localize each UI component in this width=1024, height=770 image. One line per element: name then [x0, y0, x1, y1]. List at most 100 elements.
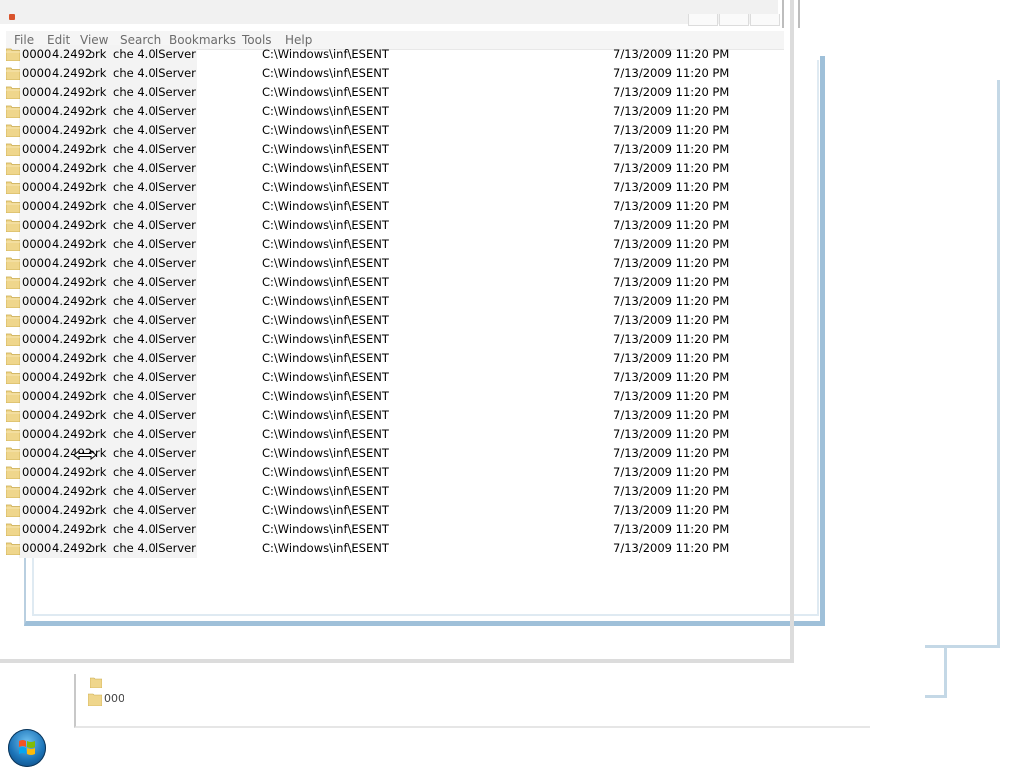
background-window-frame-notch [925, 646, 947, 698]
list-item[interactable]: 00004.2492orkche 4.0lServerC:\Windows\in… [4, 330, 780, 349]
cell-framework: ork [90, 371, 107, 384]
cell-server: lServer [155, 47, 196, 61]
cell-version: 4.2492 [52, 408, 93, 422]
cell-cache: che 4.0 [113, 161, 156, 175]
folder-icon [5, 409, 21, 425]
cell-path: C:\Windows\inf\ESENT [262, 465, 389, 479]
cell-version: 4.2492 [52, 256, 93, 270]
cell-cache: che 4.0 [113, 85, 156, 99]
list-item[interactable]: 00004.2492orkche 4.0lServerC:\Windows\in… [4, 482, 780, 501]
start-button[interactable] [8, 729, 46, 767]
list-item[interactable]: 00004.2492orkche 4.0lServerC:\Windows\in… [4, 254, 780, 273]
cell-path: C:\Windows\inf\ESENT [262, 522, 389, 536]
cell-cache: che 4.0 [113, 446, 156, 460]
cell-server: lServer [155, 446, 196, 460]
cell-framework: ork [90, 219, 107, 232]
cell-date: 7/13/2009 11:20 PM [613, 85, 730, 99]
list-item[interactable]: 00004.2492orkche 4.0lServerC:\Windows\in… [4, 45, 780, 64]
cell-date: 7/13/2009 11:20 PM [613, 294, 730, 308]
list-item[interactable]: 00004.2492orkche 4.0lServerC:\Windows\in… [4, 406, 780, 425]
cell-id: 0000 [22, 427, 52, 441]
cell-framework: ork [90, 124, 107, 137]
list-item[interactable]: 00004.2492orkche 4.0lServerC:\Windows\in… [4, 273, 780, 292]
cell-version: 4.2492 [52, 465, 93, 479]
cell-version: 4.2492 [52, 313, 93, 327]
cell-date: 7/13/2009 11:20 PM [613, 446, 730, 460]
cell-path: C:\Windows\inf\ESENT [262, 66, 389, 80]
cell-id: 0000 [22, 389, 52, 403]
list-item[interactable]: 00004.2492orkche 4.0lServerC:\Windows\in… [4, 463, 780, 482]
cell-cache: che 4.0 [113, 389, 156, 403]
cell-cache: che 4.0 [113, 256, 156, 270]
cell-framework: ork [90, 105, 107, 118]
list-item[interactable]: 00004.2492orkche 4.0lServerC:\Windows\in… [4, 501, 780, 520]
list-item[interactable]: 00004.2492orkche 4.0lServerC:\Windows\in… [4, 140, 780, 159]
list-item[interactable]: 00004.2492orkche 4.0lServerC:\Windows\in… [4, 368, 780, 387]
cell-id: 0000 [22, 104, 52, 118]
cell-version: 4.2492 [52, 161, 93, 175]
close-button[interactable] [750, 14, 780, 26]
cell-cache: che 4.0 [113, 313, 156, 327]
list-item[interactable]: 00004.2492orkche 4.0lServerC:\Windows\in… [4, 64, 780, 83]
folder-icon [5, 371, 21, 387]
cell-server: lServer [155, 313, 196, 327]
folder-icon [5, 447, 21, 463]
cell-id: 0000 [22, 351, 52, 365]
list-item[interactable]: 00004.2492orkche 4.0lServerC:\Windows\in… [4, 292, 780, 311]
cell-cache: che 4.0 [113, 427, 156, 441]
cell-path: C:\Windows\inf\ESENT [262, 294, 389, 308]
list-item[interactable]: 00004.2492orkche 4.0lServerC:\Windows\in… [4, 387, 780, 406]
cell-server: lServer [155, 66, 196, 80]
list-item[interactable]: 00004.2492orkche 4.0lServerC:\Windows\in… [4, 121, 780, 140]
folder-icon [5, 67, 21, 83]
list-item[interactable]: 00004.2492orkche 4.0lServerC:\Windows\in… [4, 425, 780, 444]
maximize-button[interactable] [719, 14, 749, 26]
list-item[interactable]: 00004.2492orkche 4.0lServerC:\Windows\in… [4, 444, 780, 463]
list-item[interactable]: 00004.2492orkche 4.0lServerC:\Windows\in… [4, 539, 780, 558]
cell-server: lServer [155, 199, 196, 213]
cell-id: 0000 [22, 47, 52, 61]
list-item[interactable]: 00004.2492orkche 4.0lServerC:\Windows\in… [4, 197, 780, 216]
cell-path: C:\Windows\inf\ESENT [262, 332, 389, 346]
cell-date: 7/13/2009 11:20 PM [613, 161, 730, 175]
cell-path: C:\Windows\inf\ESENT [262, 351, 389, 365]
cell-cache: che 4.0 [113, 465, 156, 479]
cell-server: lServer [155, 237, 196, 251]
cell-date: 7/13/2009 11:20 PM [613, 142, 730, 156]
list-item[interactable]: 00004.2492orkche 4.0lServerC:\Windows\in… [4, 349, 780, 368]
cell-date: 7/13/2009 11:20 PM [613, 180, 730, 194]
cell-framework: ork [90, 314, 107, 327]
title-bar[interactable] [0, 0, 780, 26]
cell-version: 4.2492 [52, 522, 93, 536]
cell-path: C:\Windows\inf\ESENT [262, 370, 389, 384]
cell-cache: che 4.0 [113, 332, 156, 346]
cell-version: 4.2492 [52, 47, 93, 61]
cell-id: 0000 [22, 446, 52, 460]
list-item[interactable]: 00004.2492orkche 4.0lServerC:\Windows\in… [4, 102, 780, 121]
list-item[interactable]: 00004.2492orkche 4.0lServerC:\Windows\in… [4, 235, 780, 254]
cell-date: 7/13/2009 11:20 PM [613, 256, 730, 270]
cell-date: 7/13/2009 11:20 PM [613, 484, 730, 498]
list-item[interactable]: 00004.2492orkche 4.0lServerC:\Windows\in… [4, 178, 780, 197]
cell-id: 0000 [22, 408, 52, 422]
folder-icon [5, 105, 21, 121]
cell-server: lServer [155, 161, 196, 175]
cell-date: 7/13/2009 11:20 PM [613, 332, 730, 346]
list-item[interactable]: 00004.2492orkche 4.0lServerC:\Windows\in… [4, 311, 780, 330]
cell-framework: ork [90, 485, 107, 498]
cell-version: 4.2492 [52, 123, 93, 137]
folder-icon [5, 143, 21, 159]
cell-path: C:\Windows\inf\ESENT [262, 427, 389, 441]
list-item[interactable]: 00004.2492orkche 4.0lServerC:\Windows\in… [4, 216, 780, 235]
list-item[interactable]: 00004.2492orkche 4.0lServerC:\Windows\in… [4, 520, 780, 539]
folder-icon [5, 485, 21, 501]
cell-path: C:\Windows\inf\ESENT [262, 313, 389, 327]
list-item[interactable]: 00004.2492orkche 4.0lServerC:\Windows\in… [4, 83, 780, 102]
cell-framework: ork [90, 276, 107, 289]
cell-server: lServer [155, 465, 196, 479]
cell-framework: ork [90, 523, 107, 536]
cell-version: 4.2492 [52, 389, 93, 403]
minimize-button[interactable] [688, 14, 718, 26]
folder-icon [5, 523, 21, 539]
list-item[interactable]: 00004.2492orkche 4.0lServerC:\Windows\in… [4, 159, 780, 178]
